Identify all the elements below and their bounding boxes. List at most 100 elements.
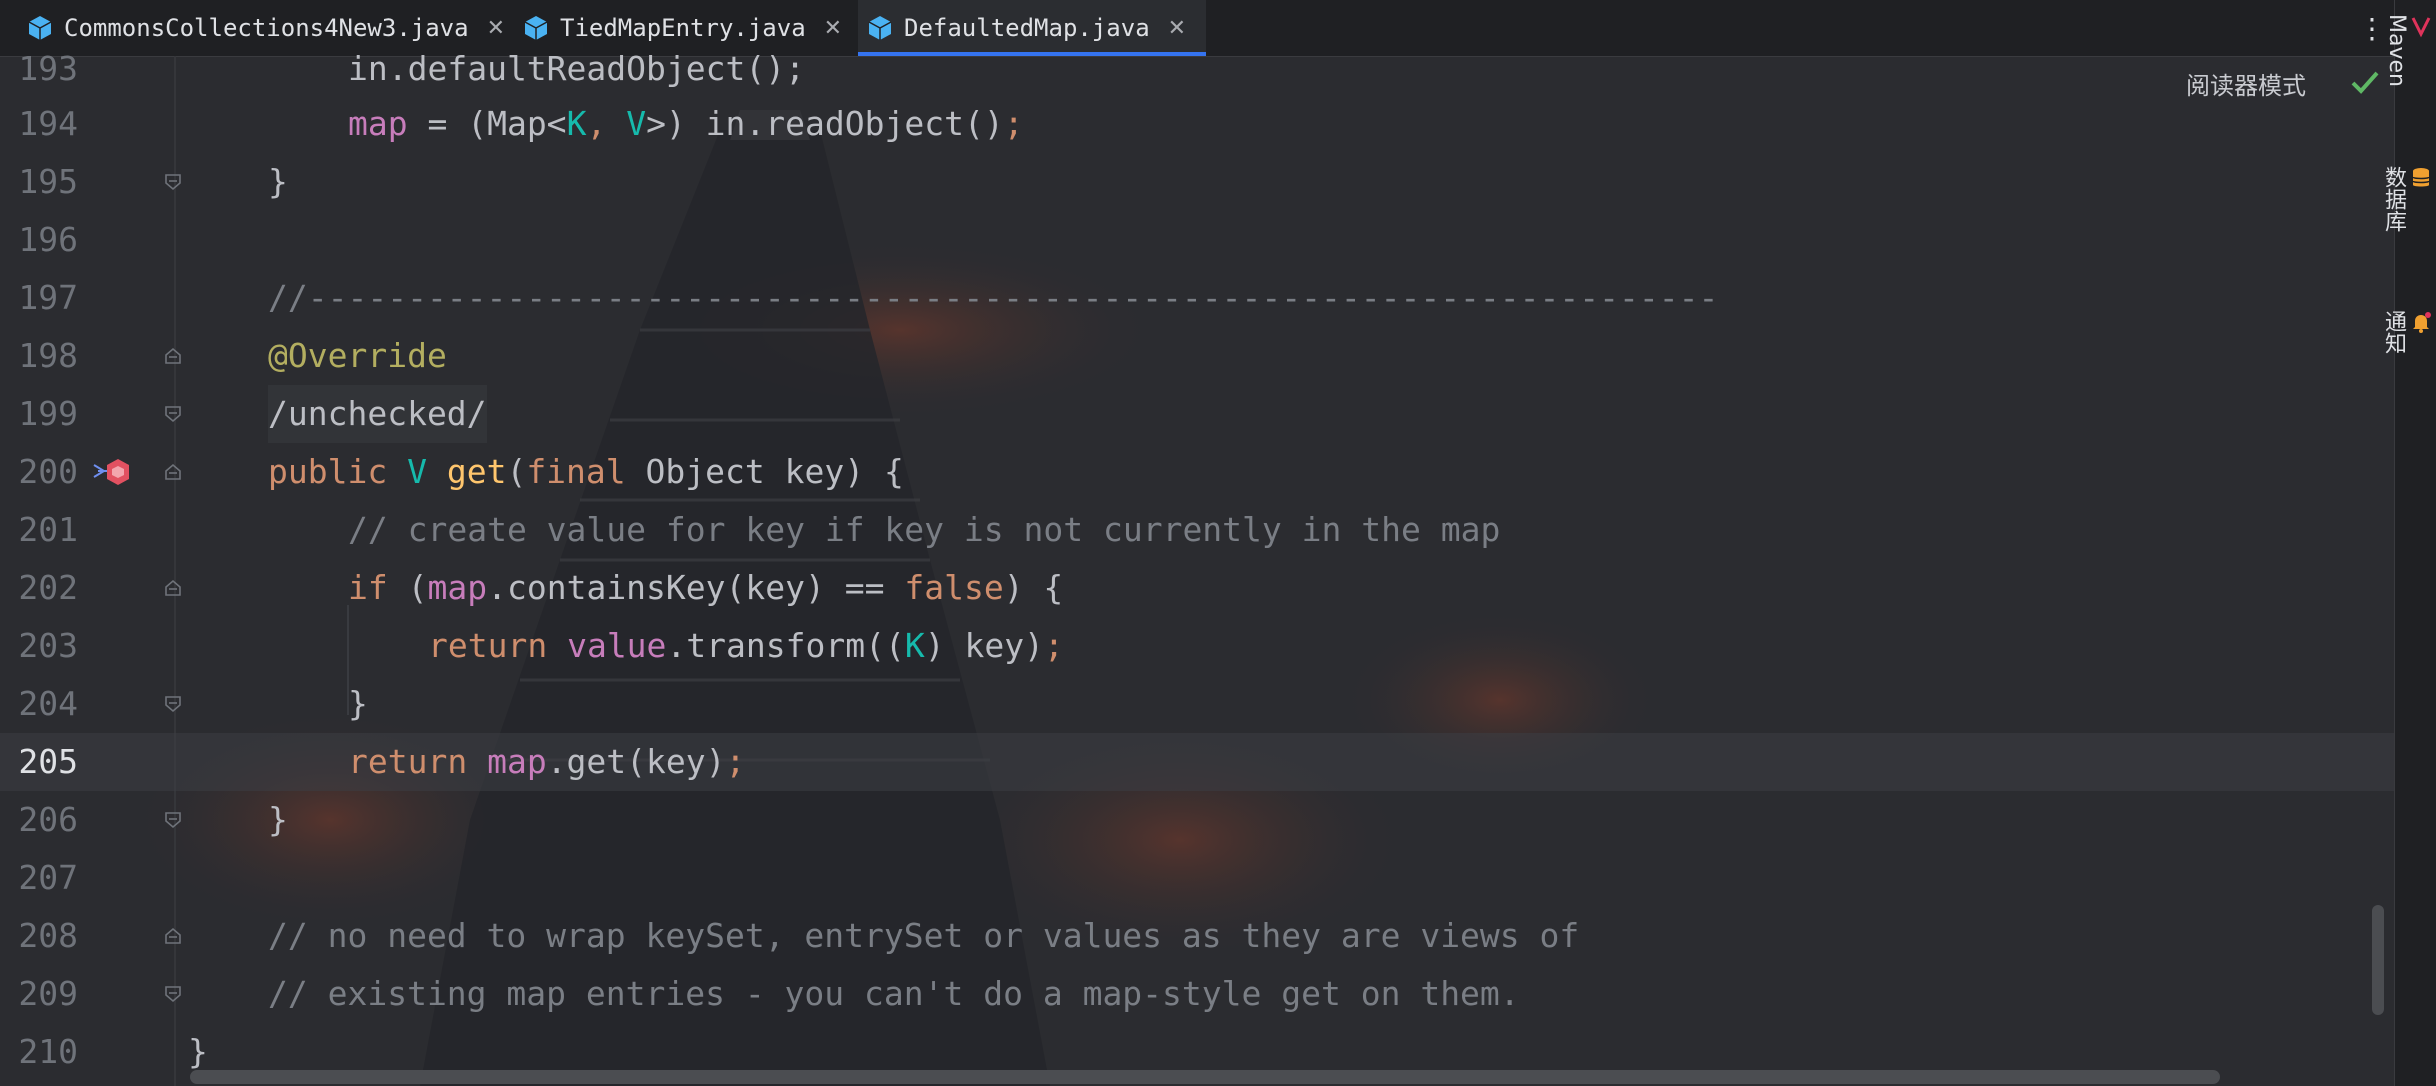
line-number: 199 (18, 394, 78, 433)
code-line[interactable]: 196 (0, 211, 2394, 269)
java-file-icon (524, 16, 548, 40)
code-comment: // create value for key if key is not cu… (348, 510, 1501, 549)
code-line[interactable]: 194 map = (Map<K, V>) in.readObject(); (0, 95, 2394, 153)
code-line[interactable]: 202 if (map.containsKey(key) == false) { (0, 559, 2394, 617)
code-line[interactable]: 197 //----------------------------------… (0, 269, 2394, 327)
code-line[interactable]: 199 /unchecked/ (0, 385, 2394, 443)
tool-label: 数据库 (2381, 166, 2406, 232)
code-line[interactable]: 203 return value.transform((K) key); (0, 617, 2394, 675)
code-comment: // existing map entries - you can't do a… (268, 974, 1520, 1013)
code-text: } (268, 800, 288, 839)
inspection-ok-icon[interactable] (2350, 68, 2380, 96)
code-line[interactable]: 195 } (0, 153, 2394, 211)
line-number: 202 (18, 568, 78, 607)
code-text: return map.get(key); (348, 733, 745, 791)
vertical-scrollbar[interactable] (2372, 905, 2384, 1015)
token: .transform(( (666, 626, 905, 665)
tab-label: TiedMapEntry.java (560, 14, 806, 42)
token-generic: V (407, 452, 427, 491)
code-line[interactable]: 193 in.defaultReadObject(); (0, 40, 2394, 98)
token: , (586, 104, 627, 143)
implements-method-icon[interactable] (92, 457, 132, 487)
line-number: 209 (18, 974, 78, 1013)
tool-notifications[interactable]: 通知 (2381, 310, 2433, 354)
close-icon[interactable]: ✕ (1168, 16, 1186, 41)
token-semicolon: ; (1003, 104, 1024, 143)
code-text: } (348, 684, 368, 723)
code-line[interactable]: 198 @Override (0, 327, 2394, 385)
code-comment: //--------------------------------------… (268, 278, 1719, 317)
fold-marker-icon[interactable] (163, 404, 183, 424)
fold-marker-icon[interactable] (163, 578, 183, 598)
line-number: 204 (18, 684, 78, 723)
token: ( (506, 452, 527, 491)
fold-marker-icon[interactable] (163, 926, 183, 946)
token: ) { (1003, 568, 1064, 607)
reader-mode-button[interactable]: 阅读器模式 (2186, 66, 2306, 101)
fold-marker-icon[interactable] (163, 810, 183, 830)
token: = (Map< (407, 104, 567, 143)
line-number: 198 (18, 336, 78, 375)
token: ) key) (924, 626, 1044, 665)
tool-database[interactable]: 数据库 (2381, 166, 2433, 232)
fold-marker-icon[interactable] (163, 694, 183, 714)
tab-label: CommonsCollections4New3.java (64, 14, 469, 42)
token-keyword: final (526, 452, 646, 491)
code-line[interactable]: 200 public V get(final Object key) { (0, 443, 2394, 501)
tool-maven[interactable]: Maven (2384, 14, 2433, 87)
token-semicolon: ; (1043, 626, 1064, 665)
fold-marker-icon[interactable] (163, 984, 183, 1004)
token: .get(key) (546, 742, 726, 781)
code-line[interactable]: 201 // create value for key if key is no… (0, 501, 2394, 559)
code-line-current[interactable]: 205 return map.get(key); (0, 733, 2394, 791)
token: >) in.readObject() (646, 104, 1004, 143)
code-line[interactable]: 204 } (0, 675, 2394, 733)
line-number: 206 (18, 800, 78, 839)
line-number: 201 (18, 510, 78, 549)
line-number: 194 (18, 104, 78, 143)
token-field: value (567, 626, 667, 665)
token-keyword: if (348, 568, 388, 607)
java-file-icon (28, 16, 52, 40)
code-text: public V get(final Object key) { (268, 443, 904, 501)
code-line[interactable]: 206 } (0, 791, 2394, 849)
token: ( (387, 568, 428, 607)
line-number: 193 (18, 49, 78, 88)
line-number: 195 (18, 162, 78, 201)
horizontal-scrollbar[interactable] (190, 1070, 2220, 1084)
token-semicolon: ; (725, 742, 746, 781)
code-line[interactable]: 208 // no need to wrap keySet, entrySet … (0, 907, 2394, 965)
token: Object key) { (645, 452, 904, 491)
line-number: 203 (18, 626, 78, 665)
code-folded-comment[interactable]: /unchecked/ (268, 385, 487, 443)
token-generic: K (904, 626, 925, 665)
fold-marker-icon[interactable] (163, 462, 183, 482)
line-number: 196 (18, 220, 78, 259)
code-text: } (268, 162, 288, 201)
tool-label: Maven (2384, 14, 2409, 87)
code-line[interactable]: 209 // existing map entries - you can't … (0, 965, 2394, 1023)
close-icon[interactable]: ✕ (824, 16, 842, 41)
code-annotation: @Override (268, 336, 447, 375)
code-comment: // no need to wrap keySet, entrySet or v… (268, 916, 1580, 955)
token: .containsKey(key) == (487, 568, 905, 607)
tab-label: DefaultedMap.java (904, 14, 1150, 42)
token-generic: V (626, 104, 647, 143)
code-line[interactable]: 207 (0, 849, 2394, 907)
code-text: return value.transform((K) key); (428, 617, 1064, 675)
line-number: 200 (18, 452, 78, 491)
code-text: if (map.containsKey(key) == false) { (348, 559, 1063, 617)
close-icon[interactable]: ✕ (487, 16, 505, 41)
line-number: 208 (18, 916, 78, 955)
token-field: map (487, 742, 547, 781)
code-text: in.defaultReadObject(); (348, 49, 805, 88)
fold-marker-icon[interactable] (163, 346, 183, 366)
token-keyword: return (428, 626, 568, 665)
tool-label: 通知 (2381, 310, 2406, 354)
maven-icon (2411, 17, 2431, 38)
right-tool-window-bar: Maven 数据库 通知 (2381, 0, 2436, 1086)
token-keyword: false (904, 568, 1004, 607)
line-number: 197 (18, 278, 78, 317)
fold-marker-icon[interactable] (163, 172, 183, 192)
